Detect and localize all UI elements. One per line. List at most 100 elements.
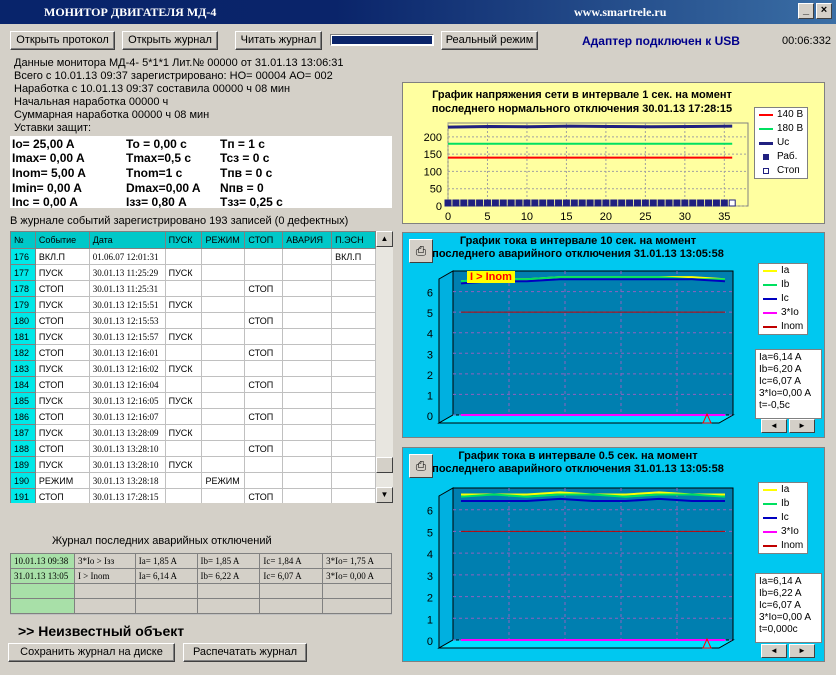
event-cell	[282, 312, 333, 329]
setting-dmax: Dmax=0,00 A	[126, 181, 201, 195]
legend05-ic-label: Ic	[781, 512, 789, 523]
progress-bar	[330, 34, 434, 46]
voltage-xtick-label: 30	[679, 211, 691, 223]
table-row[interactable]: 191 СТОП 30.01.13 17:28:15 СТОП	[10, 488, 376, 503]
event-cell	[282, 248, 333, 265]
current05-time-arrows[interactable]: ◄ ►	[761, 644, 817, 658]
voltage-ytick-label: 150	[424, 149, 442, 161]
event-cell: ПУСК	[34, 296, 90, 313]
open-protocol-button[interactable]: Открыть протокол	[10, 31, 115, 50]
crash-row[interactable]: 10.01.13 09:38 3*Io > Iзз Ia= 1,85 A Ib= 1,…	[10, 553, 392, 569]
time-left-icon[interactable]: ◄	[761, 419, 787, 433]
event-cell: 188	[10, 440, 36, 457]
event-cell	[331, 472, 376, 489]
table-row[interactable]: 189 ПУСК 30.01.13 13:28:10 ПУСК	[10, 456, 376, 473]
voltage-ytick-label: 50	[430, 184, 442, 196]
open-journal-button[interactable]: Открыть журнал	[122, 31, 218, 50]
crash-row[interactable]	[10, 583, 392, 599]
event-cell	[201, 456, 246, 473]
scroll-down-icon[interactable]: ▼	[376, 487, 393, 503]
legend05-3io: 3*Io	[759, 525, 807, 539]
scroll-thumb[interactable]	[376, 457, 393, 473]
event-cell	[201, 360, 246, 377]
crash-cell: 3*Io= 1,75 A	[322, 553, 392, 569]
table-row[interactable]: 179 ПУСК 30.01.13 12:15:51 ПУСК	[10, 296, 376, 313]
event-cell	[244, 424, 284, 441]
settings-heading: Уставки защит:	[14, 122, 92, 134]
current10-ytick-label: 2	[427, 370, 433, 382]
event-cell	[282, 264, 333, 281]
crash-cell	[134, 583, 198, 599]
setting-npv: Nпв = 0	[220, 181, 264, 195]
voltage-ytick-label: 100	[424, 166, 442, 178]
event-cell	[282, 360, 333, 377]
events-table[interactable]: № Событие Дата ПУСК РЕЖИМ СТОП АВАРИЯ П.ЭСН 176…	[10, 231, 376, 503]
event-cell: 30.01.13 12:15:57	[88, 328, 166, 345]
table-row[interactable]: 186 СТОП 30.01.13 12:16:07 СТОП	[10, 408, 376, 425]
read-journal-button[interactable]: Читать журнал	[235, 31, 322, 50]
table-row[interactable]: 178 СТОП 30.01.13 11:25:31 СТОП	[10, 280, 376, 297]
table-row[interactable]: 181 ПУСК 30.01.13 12:15:57 ПУСК	[10, 328, 376, 345]
event-cell	[331, 360, 376, 377]
time05-left-icon[interactable]: ◄	[761, 644, 787, 658]
close-icon[interactable]: ×	[816, 3, 832, 19]
table-row[interactable]: 190 РЕЖИМ 30.01.13 13:28:18 РЕЖИМ	[10, 472, 376, 489]
voltage-state-marker	[720, 199, 728, 207]
events-col-header: РЕЖИМ	[201, 231, 246, 249]
crash-cell	[322, 598, 392, 614]
voltage-xtick-label: 10	[521, 211, 533, 223]
current05-plot-area	[452, 487, 734, 641]
crash-cell: 31.01.13 13:05	[10, 568, 75, 584]
events-scrollbar[interactable]: ▲ ▼	[376, 231, 393, 503]
voltage-xtick-label: 0	[445, 211, 451, 223]
voltage-state-marker	[610, 199, 618, 207]
event-cell: ПУСК	[34, 360, 90, 377]
readout05-t: t=0,000c	[759, 624, 798, 635]
legend-180v: 180 В	[755, 122, 807, 136]
crash-row[interactable]	[10, 598, 392, 614]
current-chart-05s-panel: ⎙ График тока в интервале 0.5 сек. на мо…	[402, 447, 825, 662]
current-chart-10s-panel: ⎙ График тока в интервале 10 сек. на мом…	[402, 232, 825, 438]
event-cell	[282, 440, 333, 457]
voltage-state-marker	[586, 199, 594, 207]
event-cell: СТОП	[244, 440, 284, 457]
table-row[interactable]: 176 ВКЛ.П 01.06.07 12:01:31 ВКЛ.П	[10, 248, 376, 265]
table-row[interactable]: 180 СТОП 30.01.13 12:15:53 СТОП	[10, 312, 376, 329]
time05-right-icon[interactable]: ►	[789, 644, 815, 658]
runtime-line: Наработка с 10.01.13 09:37 составила 000…	[14, 83, 291, 95]
setting-tp: Tп = 1 c	[220, 137, 265, 151]
event-cell	[331, 264, 376, 281]
table-row[interactable]: 185 ПУСК 30.01.13 12:16:05 ПУСК	[10, 392, 376, 409]
table-row[interactable]: 187 ПУСК 30.01.13 13:28:09 ПУСК	[10, 424, 376, 441]
event-cell	[282, 456, 333, 473]
table-row[interactable]: 177 ПУСК 30.01.13 11:25:29 ПУСК	[10, 264, 376, 281]
current10-time-arrows[interactable]: ◄ ►	[761, 419, 817, 433]
table-row[interactable]: 183 ПУСК 30.01.13 12:16:02 ПУСК	[10, 360, 376, 377]
event-cell: 180	[10, 312, 36, 329]
crash-cell	[196, 583, 261, 599]
event-cell: ПУСК	[164, 456, 203, 473]
voltage-state-marker	[491, 199, 499, 207]
minimize-icon[interactable]: _	[798, 3, 814, 19]
real-mode-button[interactable]: Реальный режим	[441, 31, 538, 50]
print-journal-button[interactable]: Распечатать журнал	[183, 643, 307, 662]
crash-journal-table[interactable]: 10.01.13 09:38 3*Io > Iзз Ia= 1,85 A Ib= 1,…	[10, 553, 392, 615]
event-cell: СТОП	[244, 344, 284, 361]
event-cell: ПУСК	[164, 296, 203, 313]
current10-plot-area	[452, 270, 734, 416]
scroll-up-icon[interactable]: ▲	[376, 231, 393, 247]
crash-row[interactable]: 31.01.13 13:05 I > Inom Ia= 6,14 A Ib= 6,22…	[10, 568, 392, 584]
event-cell: РЕЖИМ	[201, 472, 246, 489]
readout10-ic: Ic=6,07 A	[759, 376, 801, 387]
voltage-state-marker	[618, 199, 626, 207]
readout10-t: t=-0,5c	[759, 400, 790, 411]
table-row[interactable]: 182 СТОП 30.01.13 12:16:01 СТОП	[10, 344, 376, 361]
table-row[interactable]: 184 СТОП 30.01.13 12:16:04 СТОП	[10, 376, 376, 393]
event-cell	[331, 312, 376, 329]
save-journal-button[interactable]: Сохранить журнал на диске	[8, 643, 175, 662]
time-right-icon[interactable]: ►	[789, 419, 815, 433]
table-row[interactable]: 188 СТОП 30.01.13 13:28:10 СТОП	[10, 440, 376, 457]
app-url: www.smartrele.ru	[574, 5, 667, 19]
voltage-state-marker	[633, 199, 641, 207]
legend-stop-label: Стоп	[777, 165, 800, 176]
